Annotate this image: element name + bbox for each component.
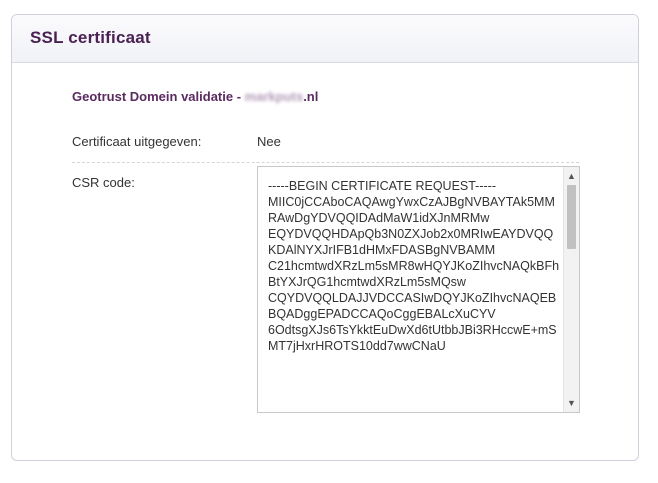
certificate-issued-label: Certificaat uitgegeven:	[72, 134, 202, 149]
panel-header: SSL certificaat	[12, 15, 638, 63]
row-divider	[72, 162, 579, 163]
panel-title: SSL certificaat	[30, 28, 151, 47]
product-domain-line: Geotrust Domein validatie - markputs.nl	[72, 89, 318, 104]
csr-code-textarea[interactable]: -----BEGIN CERTIFICATE REQUEST----- MIIC…	[257, 166, 580, 413]
product-separator: -	[233, 89, 245, 104]
ssl-certificate-panel: SSL certificaat Geotrust Domein validati…	[11, 14, 639, 461]
domain-name-redacted: markputs	[244, 89, 304, 104]
csr-scrollbar[interactable]: ▲ ▼	[563, 167, 579, 412]
csr-code-label: CSR code:	[72, 175, 135, 190]
scroll-up-icon[interactable]: ▲	[564, 169, 579, 183]
scroll-thumb[interactable]	[567, 185, 576, 249]
product-name: Geotrust Domein validatie	[72, 89, 234, 104]
csr-code-text[interactable]: -----BEGIN CERTIFICATE REQUEST----- MIIC…	[268, 178, 560, 410]
domain-tld: .nl	[303, 89, 319, 104]
scroll-down-icon[interactable]: ▼	[564, 396, 579, 410]
certificate-issued-value: Nee	[257, 134, 281, 149]
